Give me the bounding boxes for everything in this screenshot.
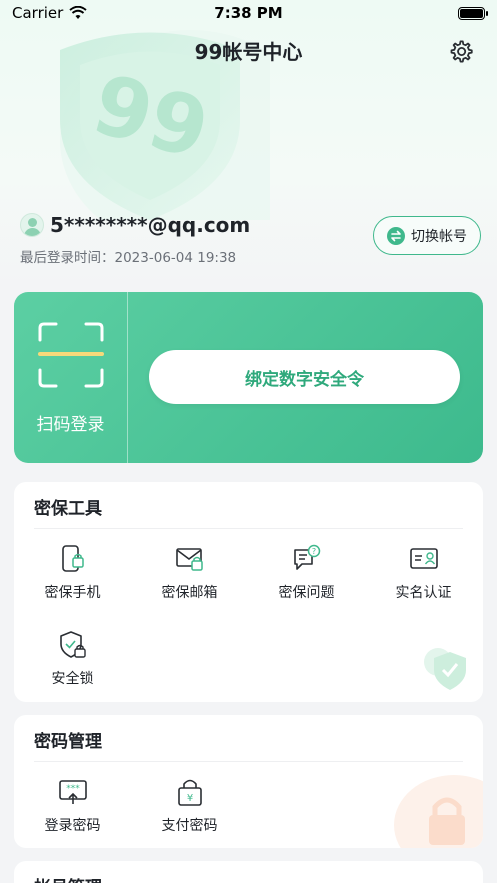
- lock-decoration-icon: [394, 775, 483, 848]
- tool-label: 支付密码: [161, 818, 218, 834]
- tool-login-password[interactable]: *** 登录密码: [14, 777, 131, 835]
- tool-label: 登录密码: [44, 818, 101, 834]
- login-password-icon: ***: [58, 780, 87, 804]
- battery-icon: [458, 6, 488, 20]
- account-management-card: 帐号管理: [14, 861, 483, 883]
- tool-label: 密保问题: [278, 585, 335, 601]
- scan-login-button[interactable]: 扫码登录: [14, 292, 127, 463]
- svg-text:?: ?: [311, 547, 315, 556]
- tool-securitylock[interactable]: 安全锁: [14, 630, 131, 688]
- tool-label: 安全锁: [51, 671, 94, 687]
- security-tools-card: 密保工具 密保手机 密保邮箱 ? 密保问题 实名认证 安全锁: [14, 482, 483, 702]
- account-management-title: 帐号管理: [34, 873, 102, 883]
- scan-login-label: 扫码登录: [36, 415, 105, 435]
- avatar: [20, 213, 44, 237]
- status-left: Carrier: [12, 4, 87, 22]
- tool-email[interactable]: 密保邮箱: [131, 544, 248, 602]
- status-bar: Carrier 7:38 PM: [0, 0, 497, 26]
- tool-label: 密保邮箱: [161, 585, 218, 601]
- tool-phone[interactable]: 密保手机: [14, 544, 131, 602]
- bind-token-button[interactable]: 绑定数字安全令: [149, 350, 460, 404]
- switch-account-label: 切换帐号: [411, 228, 467, 245]
- switch-arrows-icon: [387, 226, 405, 245]
- user-email: 5********@qq.com: [50, 213, 251, 237]
- tool-label: 密保手机: [44, 585, 101, 601]
- last-login-time: 最后登录时间：2023-06-04 19:38: [20, 250, 237, 266]
- tool-realname[interactable]: 实名认证: [365, 544, 482, 602]
- security-tools-title: 密保工具: [34, 499, 102, 519]
- password-management-card: 密码管理 *** 登录密码 ¥ 支付密码: [14, 715, 483, 848]
- password-management-title: 密码管理: [34, 732, 102, 752]
- phone-lock-icon: [61, 545, 84, 572]
- mail-lock-icon: [175, 548, 203, 571]
- question-chat-icon: ?: [293, 544, 320, 570]
- scan-qr-icon: [38, 322, 104, 388]
- promo-divider: [127, 292, 128, 463]
- tool-question[interactable]: ? 密保问题: [248, 544, 365, 602]
- section-divider: [34, 528, 463, 529]
- tool-label: 实名认证: [395, 585, 452, 601]
- id-card-icon: [409, 548, 438, 569]
- switch-account-button[interactable]: 切换帐号: [373, 216, 481, 255]
- svg-text:¥: ¥: [186, 793, 192, 804]
- tool-payment-password[interactable]: ¥ 支付密码: [131, 777, 248, 835]
- shield-lock-icon: [59, 631, 86, 658]
- gear-shield-decoration-icon: [424, 648, 466, 690]
- carrier-label: Carrier: [12, 4, 64, 22]
- page-title: 99帐号中心: [194, 40, 303, 64]
- wifi-icon: [69, 6, 87, 19]
- gear-icon[interactable]: [447, 38, 474, 65]
- payment-lock-icon: ¥: [177, 779, 202, 806]
- svg-text:***: ***: [66, 784, 80, 794]
- user-info: 5********@qq.com: [20, 213, 250, 237]
- security-promo-card: 扫码登录 绑定数字安全令: [14, 292, 483, 463]
